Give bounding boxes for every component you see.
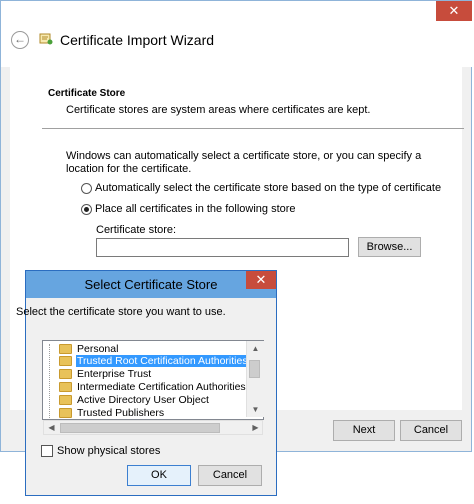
vertical-scroll-thumb[interactable] xyxy=(249,360,260,378)
tree-item[interactable]: Trusted Publishers xyxy=(47,407,165,419)
dialog-close-button[interactable]: ✕ xyxy=(246,271,276,289)
folder-icon xyxy=(59,382,72,393)
folder-icon xyxy=(59,344,72,355)
next-button[interactable]: Next xyxy=(333,420,395,441)
tree-item-label: Trusted Publishers xyxy=(77,407,165,420)
dialog-prompt: Select the certificate store you want to… xyxy=(16,306,226,318)
tree-item[interactable]: Active Directory User Object xyxy=(47,394,210,406)
tree-vertical-scrollbar[interactable]: ▲ ▼ xyxy=(246,341,264,417)
tree-item[interactable]: Enterprise Trust xyxy=(47,368,152,380)
radio-auto-select-label[interactable]: Automatically select the certificate sto… xyxy=(95,182,441,194)
dialog-cancel-button[interactable]: Cancel xyxy=(198,465,262,486)
divider xyxy=(42,128,464,129)
radio-place-in-store-label[interactable]: Place all certificates in the following … xyxy=(95,203,296,215)
ok-button[interactable]: OK xyxy=(127,465,191,486)
back-arrow-icon[interactable]: ← xyxy=(11,31,29,49)
browse-button[interactable]: Browse... xyxy=(358,237,421,257)
certificate-store-input[interactable] xyxy=(96,238,349,257)
tree-item[interactable]: Personal xyxy=(47,343,119,355)
dialog-title: Select Certificate Store xyxy=(84,277,218,292)
scroll-down-icon[interactable]: ▼ xyxy=(248,402,263,417)
section-description: Certificate stores are system areas wher… xyxy=(66,104,371,116)
tree-item[interactable]: Intermediate Certification Authorities xyxy=(47,381,247,393)
show-physical-stores-checkbox[interactable] xyxy=(41,445,53,457)
certificate-store-label: Certificate store: xyxy=(96,224,177,236)
folder-icon xyxy=(59,369,72,380)
folder-icon xyxy=(59,356,72,367)
tree-item-label: Trusted Root Certification Authorities xyxy=(76,355,249,368)
radio-place-in-store[interactable] xyxy=(81,204,92,215)
show-physical-stores-label[interactable]: Show physical stores xyxy=(57,445,160,457)
wizard-title: Certificate Import Wizard xyxy=(60,32,215,48)
scroll-right-icon[interactable]: ▶ xyxy=(248,420,263,435)
scroll-up-icon[interactable]: ▲ xyxy=(248,341,263,356)
tree-item-label: Intermediate Certification Authorities xyxy=(77,381,246,394)
tree-item-label: Enterprise Trust xyxy=(77,368,152,381)
wizard-cancel-button[interactable]: Cancel xyxy=(400,420,462,441)
horizontal-scroll-thumb[interactable] xyxy=(60,423,220,433)
scroll-left-icon[interactable]: ◀ xyxy=(44,420,59,435)
section-title: Certificate Store xyxy=(48,88,126,99)
folder-icon xyxy=(59,408,72,419)
wizard-close-button[interactable]: ✕ xyxy=(436,1,472,21)
store-tree[interactable]: Personal Trusted Root Certification Auth… xyxy=(42,340,264,420)
certificate-icon xyxy=(39,33,53,45)
store-selection-text: Windows can automatically select a certi… xyxy=(66,150,422,175)
tree-item-label: Active Directory User Object xyxy=(77,394,209,407)
tree-item-label: Personal xyxy=(77,343,119,356)
radio-auto-select[interactable] xyxy=(81,183,92,194)
folder-icon xyxy=(59,395,72,406)
tree-item-selected[interactable]: Trusted Root Certification Authorities xyxy=(47,355,249,368)
